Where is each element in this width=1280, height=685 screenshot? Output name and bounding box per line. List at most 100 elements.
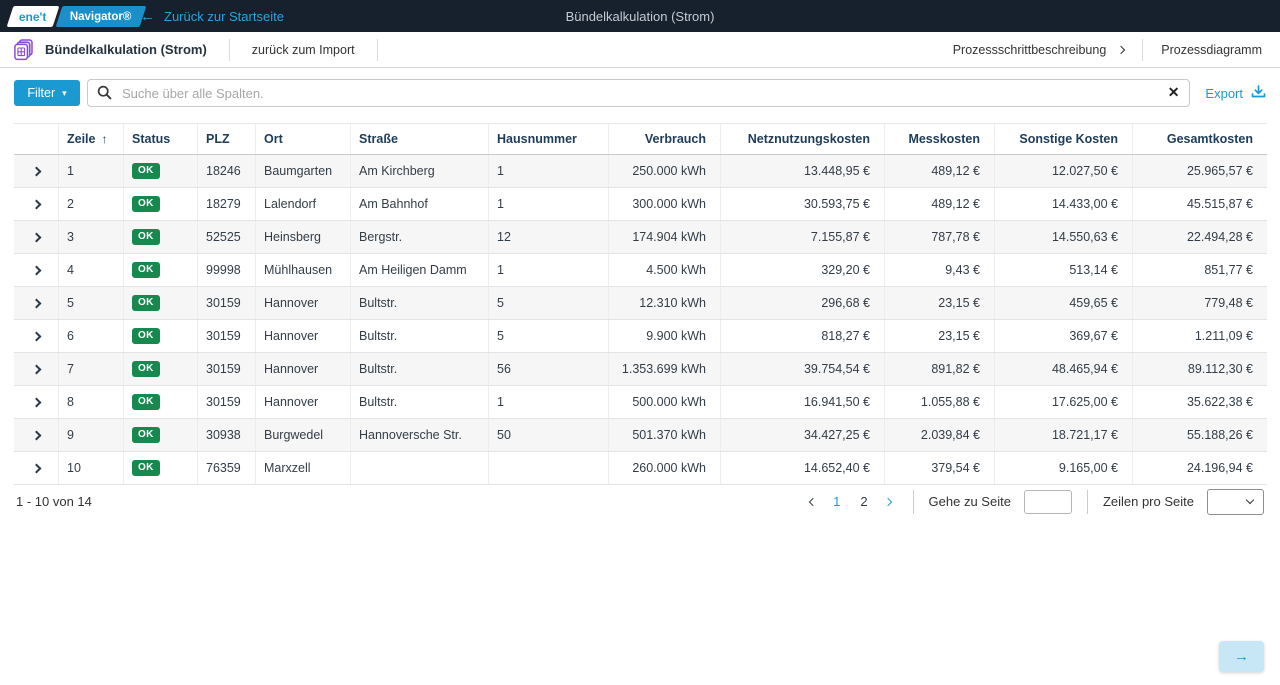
cell-messkosten: 2.039,84 € bbox=[885, 419, 995, 451]
row-expand-button[interactable] bbox=[14, 254, 59, 286]
column-header-status[interactable]: Status bbox=[124, 124, 198, 154]
column-header-ort[interactable]: Ort bbox=[256, 124, 351, 154]
cell-plz: 99998 bbox=[198, 254, 256, 286]
cell-sonstige_kosten: 18.721,17 € bbox=[995, 419, 1133, 451]
back-to-home-link[interactable]: ← Zurück zur Startseite bbox=[140, 9, 284, 24]
row-expand-button[interactable] bbox=[14, 155, 59, 187]
cell-netznutzungskosten: 14.652,40 € bbox=[721, 452, 885, 484]
cell-ort: Heinsberg bbox=[256, 221, 351, 253]
column-label: Ort bbox=[264, 132, 283, 146]
status-cell: OK bbox=[124, 155, 198, 187]
page-button-1[interactable]: 1 bbox=[833, 494, 840, 509]
chevron-right-icon bbox=[31, 364, 41, 374]
filter-bar: Filter ▾ ✕ Export bbox=[0, 68, 1280, 118]
cell-netznutzungskosten: 7.155,87 € bbox=[721, 221, 885, 253]
column-header-strasse[interactable]: Straße bbox=[351, 124, 489, 154]
cell-ort: Hannover bbox=[256, 287, 351, 319]
cell-messkosten: 23,15 € bbox=[885, 320, 995, 352]
row-expand-button[interactable] bbox=[14, 188, 59, 220]
cell-gesamtkosten: 1.211,09 € bbox=[1133, 320, 1267, 352]
status-cell: OK bbox=[124, 221, 198, 253]
goto-page-label: Gehe zu Seite bbox=[929, 494, 1011, 509]
status-cell: OK bbox=[124, 254, 198, 286]
chevron-right-icon bbox=[883, 497, 891, 505]
status-badge: OK bbox=[132, 460, 160, 476]
enet-navigator-logo[interactable]: ene't Navigator® bbox=[10, 6, 142, 27]
row-range-label: 1 - 10 von 14 bbox=[16, 494, 92, 509]
cell-plz: 18279 bbox=[198, 188, 256, 220]
next-step-fab[interactable]: → bbox=[1219, 641, 1264, 672]
cell-netznutzungskosten: 329,20 € bbox=[721, 254, 885, 286]
column-label: Verbrauch bbox=[645, 132, 706, 146]
column-header-messkosten[interactable]: Messkosten bbox=[885, 124, 995, 154]
chevron-right-icon bbox=[31, 331, 41, 341]
cell-netznutzungskosten: 39.754,54 € bbox=[721, 353, 885, 385]
column-label: Zeile bbox=[67, 132, 96, 146]
row-expand-button[interactable] bbox=[14, 320, 59, 352]
goto-page-input[interactable] bbox=[1024, 490, 1072, 514]
process-diagram-link[interactable]: Prozessdiagramm bbox=[1143, 43, 1280, 57]
column-header-zeile[interactable]: Zeile ↑ bbox=[59, 124, 124, 154]
rows-per-page-select[interactable] bbox=[1207, 489, 1264, 515]
column-header-gesamtkosten[interactable]: Gesamtkosten bbox=[1133, 124, 1267, 154]
chevron-right-icon bbox=[1117, 45, 1125, 53]
cell-hausnummer: 1 bbox=[489, 188, 609, 220]
cell-gesamtkosten: 779,48 € bbox=[1133, 287, 1267, 319]
process-step-description-link[interactable]: Prozessschrittbeschreibung bbox=[935, 43, 1143, 57]
column-header-verbrauch[interactable]: Verbrauch bbox=[609, 124, 721, 154]
chevron-right-icon bbox=[31, 199, 41, 209]
column-header-sonstige_kosten[interactable]: Sonstige Kosten bbox=[995, 124, 1133, 154]
next-page-button[interactable] bbox=[878, 497, 898, 507]
row-expand-button[interactable] bbox=[14, 452, 59, 484]
cell-strasse: Bultstr. bbox=[351, 320, 489, 352]
row-expand-button[interactable] bbox=[14, 221, 59, 253]
top-app-bar: ene't Navigator® ← Zurück zur Startseite… bbox=[0, 0, 1280, 32]
cell-hausnummer: 5 bbox=[489, 287, 609, 319]
cell-netznutzungskosten: 16.941,50 € bbox=[721, 386, 885, 418]
previous-page-button[interactable] bbox=[803, 497, 823, 507]
chevron-right-icon bbox=[31, 232, 41, 242]
row-expand-button[interactable] bbox=[14, 386, 59, 418]
sort-asc-icon: ↑ bbox=[102, 132, 108, 146]
status-badge: OK bbox=[132, 262, 160, 278]
cell-hausnummer: 1 bbox=[489, 155, 609, 187]
chevron-right-icon bbox=[31, 430, 41, 440]
cell-ort: Mühlhausen bbox=[256, 254, 351, 286]
status-cell: OK bbox=[124, 419, 198, 451]
column-label: Hausnummer bbox=[497, 132, 577, 146]
cell-strasse: Bultstr. bbox=[351, 386, 489, 418]
cell-verbrauch: 500.000 kWh bbox=[609, 386, 721, 418]
back-to-import-link[interactable]: zurück zum Import bbox=[230, 43, 377, 57]
row-expand-button[interactable] bbox=[14, 287, 59, 319]
cell-netznutzungskosten: 818,27 € bbox=[721, 320, 885, 352]
column-header-expand bbox=[14, 124, 59, 154]
cell-netznutzungskosten: 30.593,75 € bbox=[721, 188, 885, 220]
export-button[interactable]: Export bbox=[1205, 85, 1266, 102]
row-expand-button[interactable] bbox=[14, 419, 59, 451]
clear-search-icon[interactable]: ✕ bbox=[1168, 84, 1180, 101]
cell-plz: 30159 bbox=[198, 386, 256, 418]
column-header-plz[interactable]: PLZ bbox=[198, 124, 256, 154]
column-header-netznutzungskosten[interactable]: Netznutzungskosten bbox=[721, 124, 885, 154]
chevron-right-icon bbox=[31, 166, 41, 176]
cell-netznutzungskosten: 13.448,95 € bbox=[721, 155, 885, 187]
cell-ort: Hannover bbox=[256, 386, 351, 418]
column-header-hausnummer[interactable]: Hausnummer bbox=[489, 124, 609, 154]
rows-per-page-label: Zeilen pro Seite bbox=[1103, 494, 1194, 509]
pagination-bar: 1 - 10 von 14 1 2 Gehe zu Seite Zeilen p… bbox=[0, 485, 1280, 518]
cell-gesamtkosten: 45.515,87 € bbox=[1133, 188, 1267, 220]
export-label: Export bbox=[1205, 86, 1243, 101]
page-button-2[interactable]: 2 bbox=[860, 494, 867, 509]
table-row: 2OK18279LalendorfAm Bahnhof1300.000 kWh3… bbox=[14, 188, 1267, 221]
column-label: Gesamtkosten bbox=[1167, 132, 1253, 146]
table-row: 1OK18246BaumgartenAm Kirchberg1250.000 k… bbox=[14, 155, 1267, 188]
row-expand-button[interactable] bbox=[14, 353, 59, 385]
cell-netznutzungskosten: 34.427,25 € bbox=[721, 419, 885, 451]
cell-hausnummer: 5 bbox=[489, 320, 609, 352]
chevron-right-icon bbox=[31, 265, 41, 275]
table-row: 8OK30159HannoverBultstr.1500.000 kWh16.9… bbox=[14, 386, 1267, 419]
search-input[interactable] bbox=[87, 79, 1190, 107]
cell-zeile: 10 bbox=[59, 452, 124, 484]
cell-verbrauch: 1.353.699 kWh bbox=[609, 353, 721, 385]
filter-button[interactable]: Filter ▾ bbox=[14, 80, 80, 106]
